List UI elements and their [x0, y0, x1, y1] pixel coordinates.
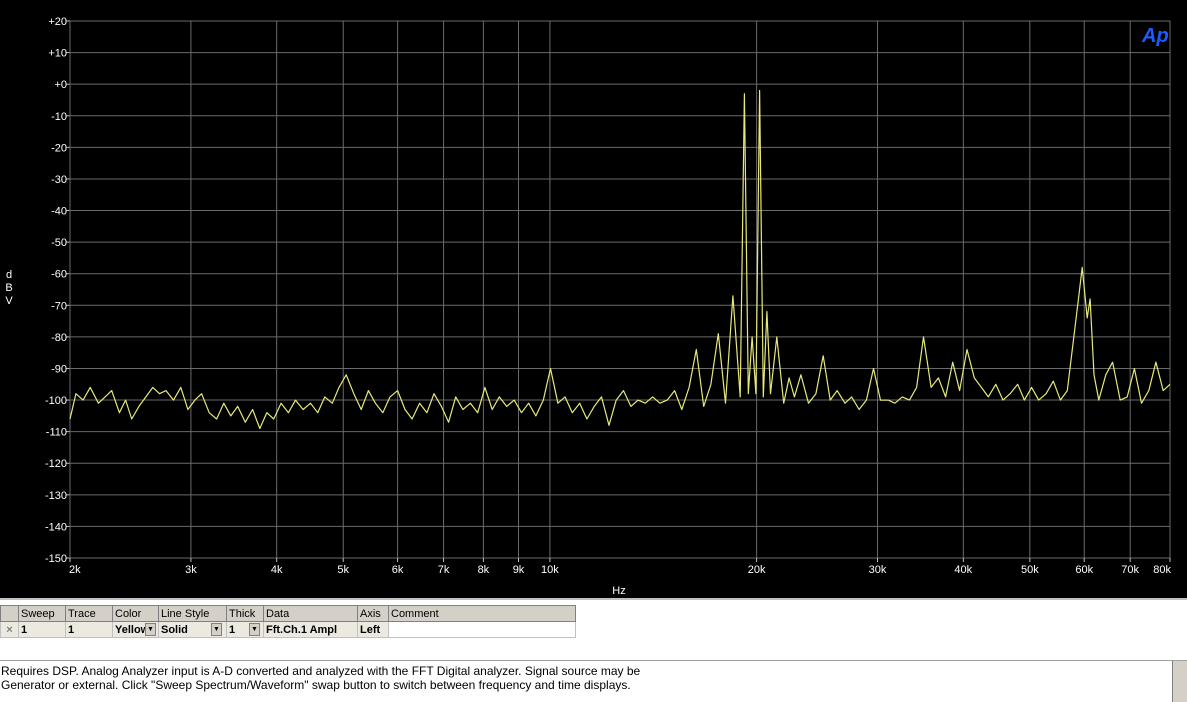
y-tick-label: -10	[51, 111, 67, 123]
x-tick-label: 50k	[1021, 564, 1039, 576]
description-text: Requires DSP. Analog Analyzer input is A…	[1, 664, 641, 692]
trace-enable-checkbox[interactable]: ×	[0, 621, 19, 638]
x-tick-labels: 2k 3k 4k 5k 6k 7k 8k 9k 10k 20k 30k 40k 50k 60k 70k 80k	[69, 564, 1171, 576]
y-tick-label: -50	[51, 237, 67, 249]
y-tick-label: -70	[51, 300, 67, 312]
legend-header-check	[0, 605, 19, 622]
y-tick-label: -150	[45, 553, 67, 565]
fft-spectrum-chart: +20 +10 +0 -10 -20 -30 -40 -50 -60 -70 -80 -90 -100 -…	[5, 16, 1171, 597]
legend-comment-cell[interactable]	[388, 621, 576, 638]
color-value: Yellow	[115, 623, 145, 636]
x-tick-label: 9k	[513, 564, 525, 576]
chart-area: +20 +10 +0 -10 -20 -30 -40 -50 -60 -70 -80 -90 -100 -…	[0, 0, 1187, 598]
x-tick-label: 8k	[478, 564, 490, 576]
legend-trace-cell[interactable]: 1	[65, 621, 113, 638]
series-line-1	[69, 89, 1171, 430]
x-tick-label: 30k	[869, 564, 887, 576]
legend-header-line-style[interactable]: Line Style	[158, 605, 227, 622]
y-tick-label: -140	[45, 521, 67, 533]
legend-data-cell[interactable]: Fft.Ch.1 Ampl	[263, 621, 358, 638]
y-tick-label: -90	[51, 363, 67, 375]
x-tick-label: 20k	[748, 564, 766, 576]
y-tick-label: +10	[48, 48, 67, 60]
y-tick-label: -80	[51, 332, 67, 344]
y-tick-label: -30	[51, 174, 67, 186]
description-scrollbar[interactable]	[1172, 661, 1187, 702]
grid	[66, 20, 1171, 562]
x-tick-label: 10k	[541, 564, 559, 576]
y-tick-label: -110	[46, 427, 67, 439]
color-dropdown-icon[interactable]: ▼	[145, 623, 156, 636]
y-tick-label: -60	[51, 269, 67, 281]
y-axis-label: dBV	[5, 269, 13, 307]
legend-header-color[interactable]: Color	[112, 605, 159, 622]
x-tick-label: 3k	[185, 564, 197, 576]
line-style-dropdown-icon[interactable]: ▼	[211, 623, 222, 636]
x-tick-label: 2k	[69, 564, 81, 576]
thick-dropdown-icon[interactable]: ▼	[249, 623, 260, 636]
x-tick-label: 6k	[392, 564, 404, 576]
ap-logo: Ap	[1141, 25, 1169, 47]
legend-header-data[interactable]: Data	[263, 605, 358, 622]
y-axis-label-char: B	[5, 282, 12, 294]
y-tick-labels: +20 +10 +0 -10 -20 -30 -40 -50 -60 -70 -80 -90 -100 -…	[45, 16, 67, 565]
legend-header-axis[interactable]: Axis	[357, 605, 389, 622]
y-tick-label: -20	[51, 142, 67, 154]
legend-header-thick[interactable]: Thick	[226, 605, 264, 622]
legend-thick-cell[interactable]: 1 ▼	[226, 621, 264, 638]
series-layer	[69, 89, 1171, 430]
y-axis-label-char: d	[6, 269, 12, 281]
y-axis-label-char: V	[5, 295, 13, 307]
legend-header-sweep[interactable]: Sweep	[18, 605, 66, 622]
plot-border	[69, 20, 1171, 559]
legend-header-row: Sweep Trace Color Line Style Thick Data …	[0, 605, 576, 622]
y-tick-label: -40	[51, 206, 67, 218]
x-tick-label: 70k	[1121, 564, 1139, 576]
y-tick-label: -100	[45, 395, 67, 407]
description-panel: Requires DSP. Analog Analyzer input is A…	[0, 660, 1187, 702]
legend-color-cell[interactable]: Yellow▼	[112, 621, 159, 638]
legend-axis-cell[interactable]: Left	[357, 621, 389, 638]
thick-value: 1	[229, 623, 236, 636]
y-tick-label: +20	[48, 16, 67, 28]
trace-legend-panel: Sweep Trace Color Line Style Thick Data …	[0, 598, 1187, 662]
x-axis-label: Hz	[612, 585, 625, 597]
x-tick-label: 60k	[1075, 564, 1093, 576]
x-tick-label: 7k	[438, 564, 450, 576]
legend-header-trace[interactable]: Trace	[65, 605, 113, 622]
x-tick-label: 40k	[954, 564, 972, 576]
legend-sweep-cell[interactable]: 1	[18, 621, 66, 638]
y-tick-label: -120	[45, 458, 67, 470]
y-tick-label: +0	[54, 79, 67, 91]
x-tick-label: 5k	[337, 564, 349, 576]
y-tick-label: -130	[45, 490, 67, 502]
legend-row: × 1 1 Yellow▼ Solid▼ 1▼ Fft.Ch.1 Ampl Le…	[0, 621, 576, 638]
line-style-value: Solid	[161, 623, 188, 636]
legend-header-comment[interactable]: Comment	[388, 605, 576, 622]
trace-legend-table: Sweep Trace Color Line Style Thick Data …	[0, 605, 576, 638]
x-tick-label: 4k	[271, 564, 283, 576]
x-tick-label: 80k	[1153, 564, 1171, 576]
legend-line-style-cell[interactable]: Solid ▼	[158, 621, 227, 638]
